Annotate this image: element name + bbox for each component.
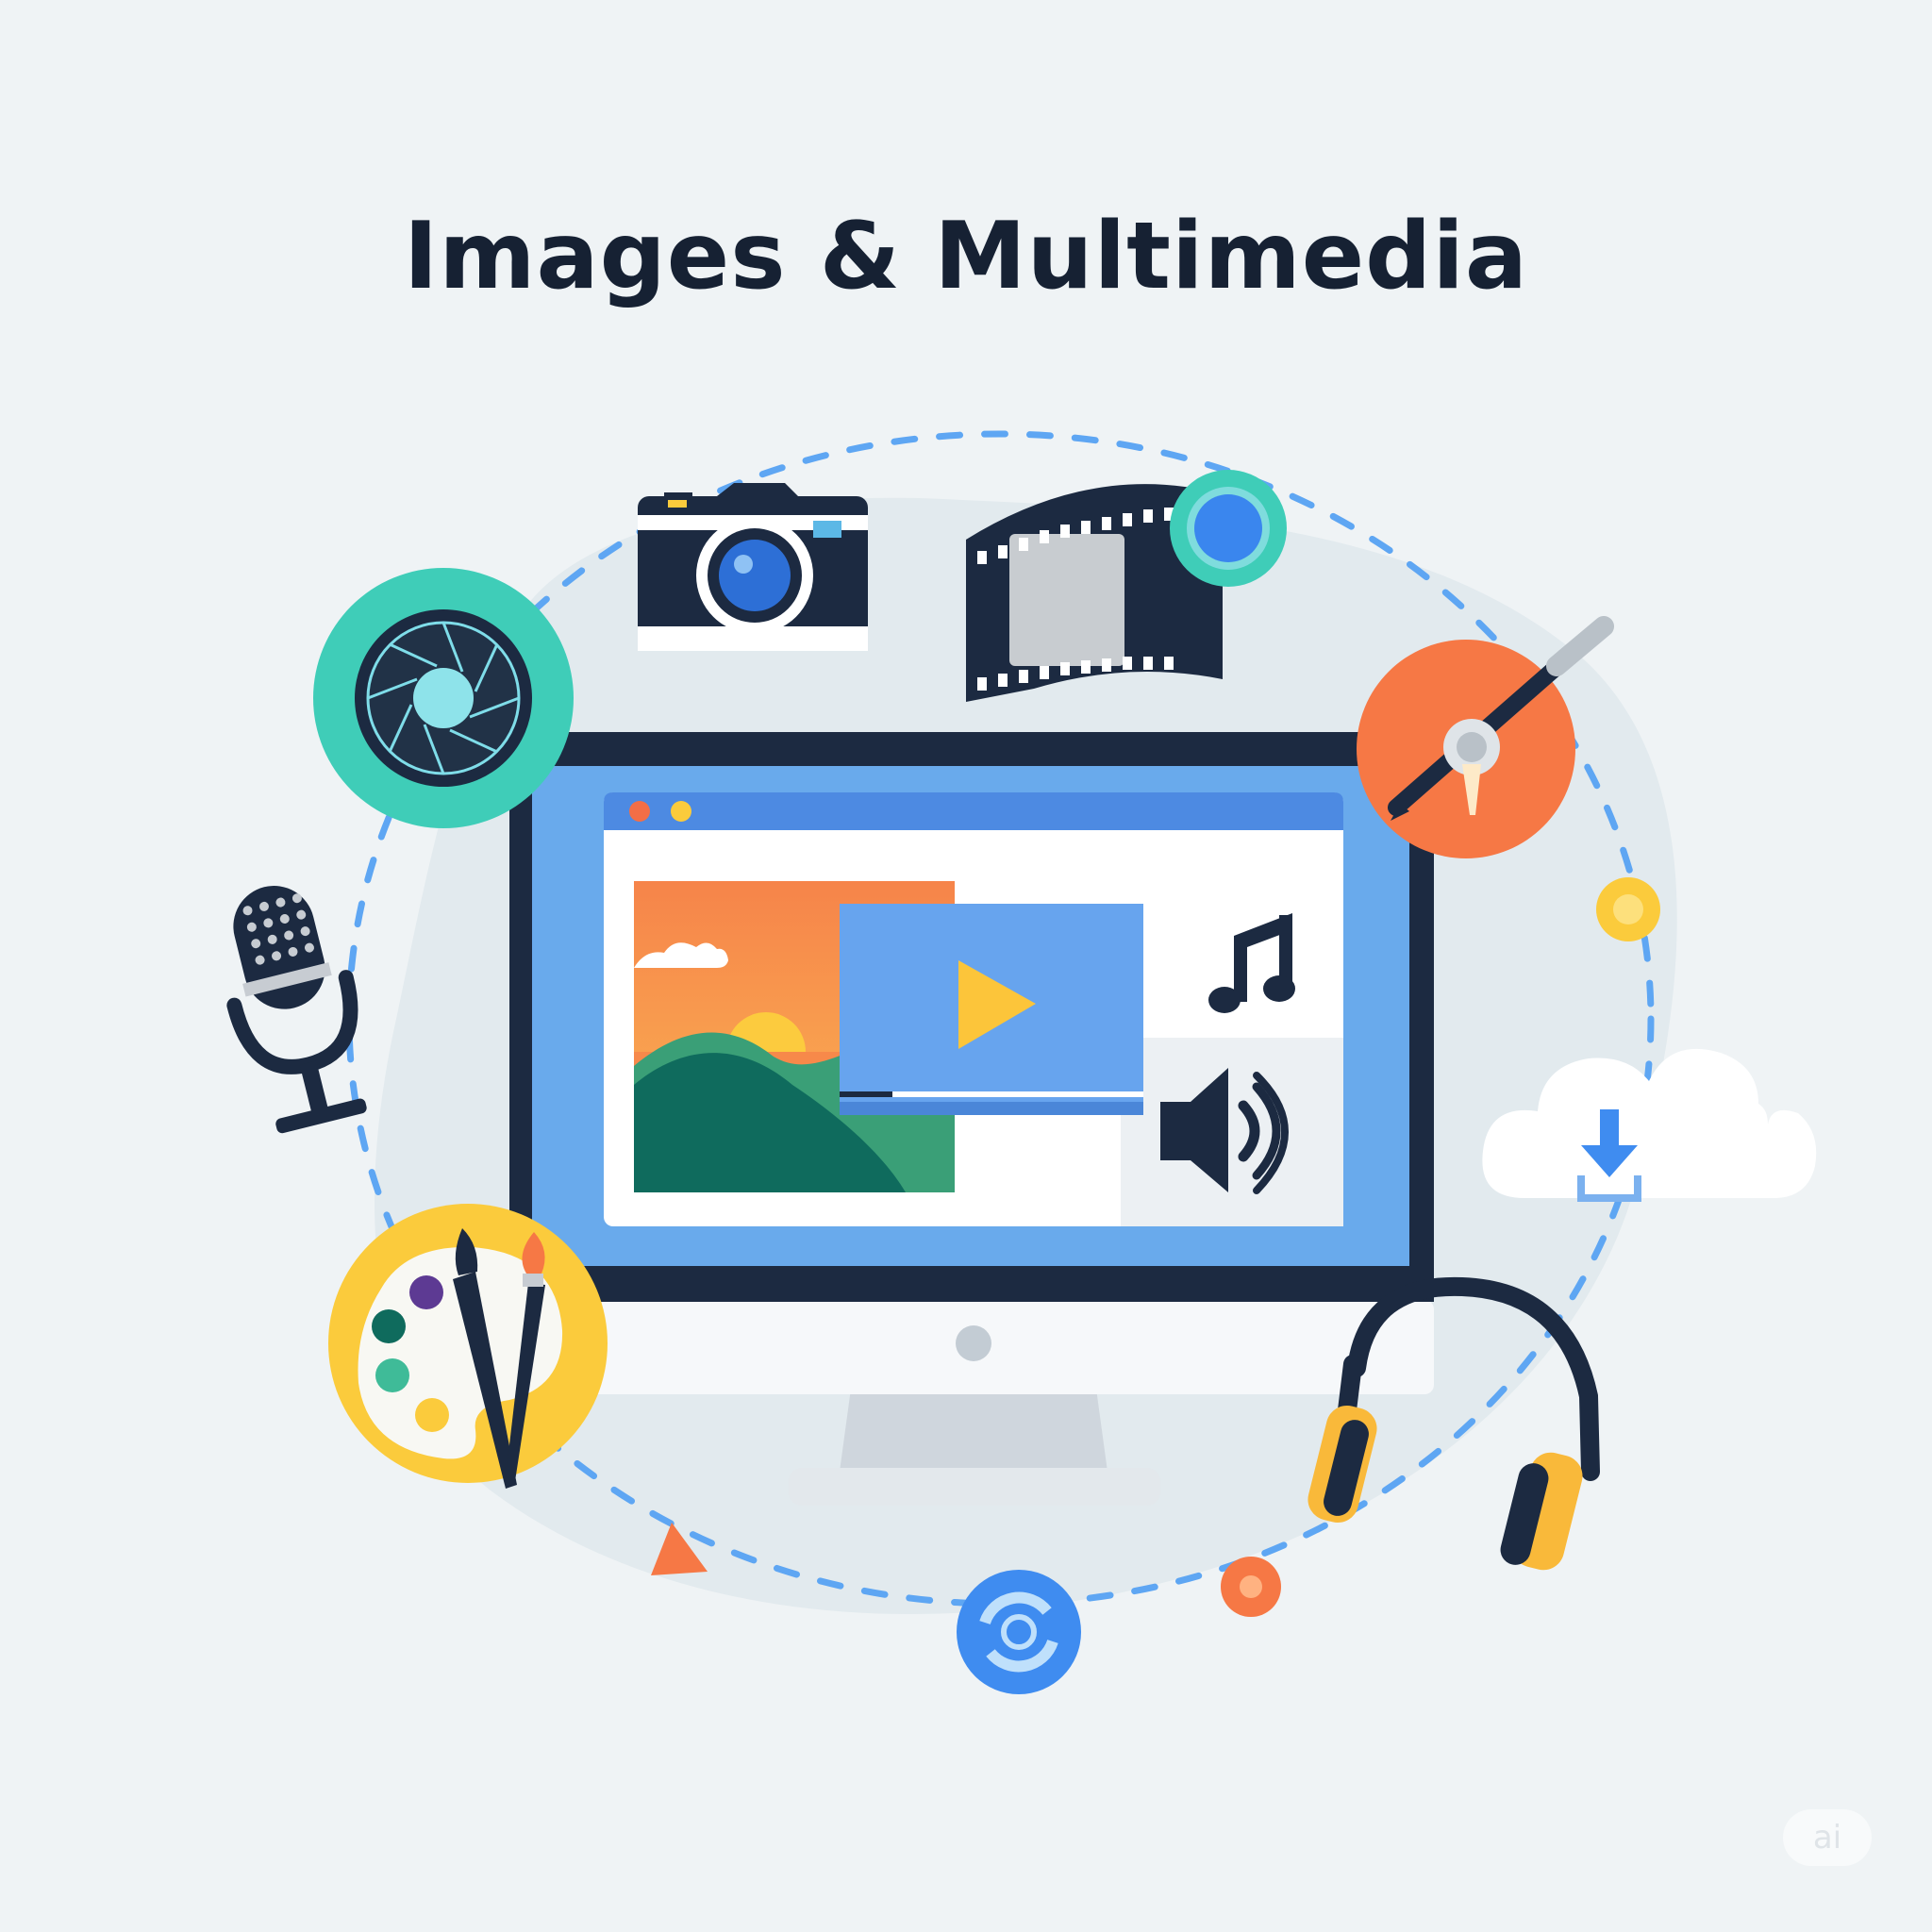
illustration bbox=[226, 430, 1817, 1694]
ai-watermark: ai bbox=[1783, 1809, 1872, 1866]
monitor-base bbox=[789, 1468, 1160, 1506]
video-play-icon[interactable] bbox=[840, 904, 1143, 1115]
monitor-power-dot bbox=[956, 1325, 991, 1361]
camera-icon[interactable] bbox=[638, 483, 868, 651]
audio-pane bbox=[1121, 1038, 1343, 1226]
monitor-neck bbox=[840, 1389, 1108, 1472]
aperture-icon[interactable] bbox=[313, 568, 574, 828]
browser-dot-yellow[interactable] bbox=[671, 801, 691, 822]
monitor-icon bbox=[509, 732, 1434, 1506]
browser-dot-red[interactable] bbox=[629, 801, 650, 822]
browser-titlebar bbox=[604, 792, 1343, 830]
sync-icon[interactable] bbox=[957, 1570, 1081, 1694]
